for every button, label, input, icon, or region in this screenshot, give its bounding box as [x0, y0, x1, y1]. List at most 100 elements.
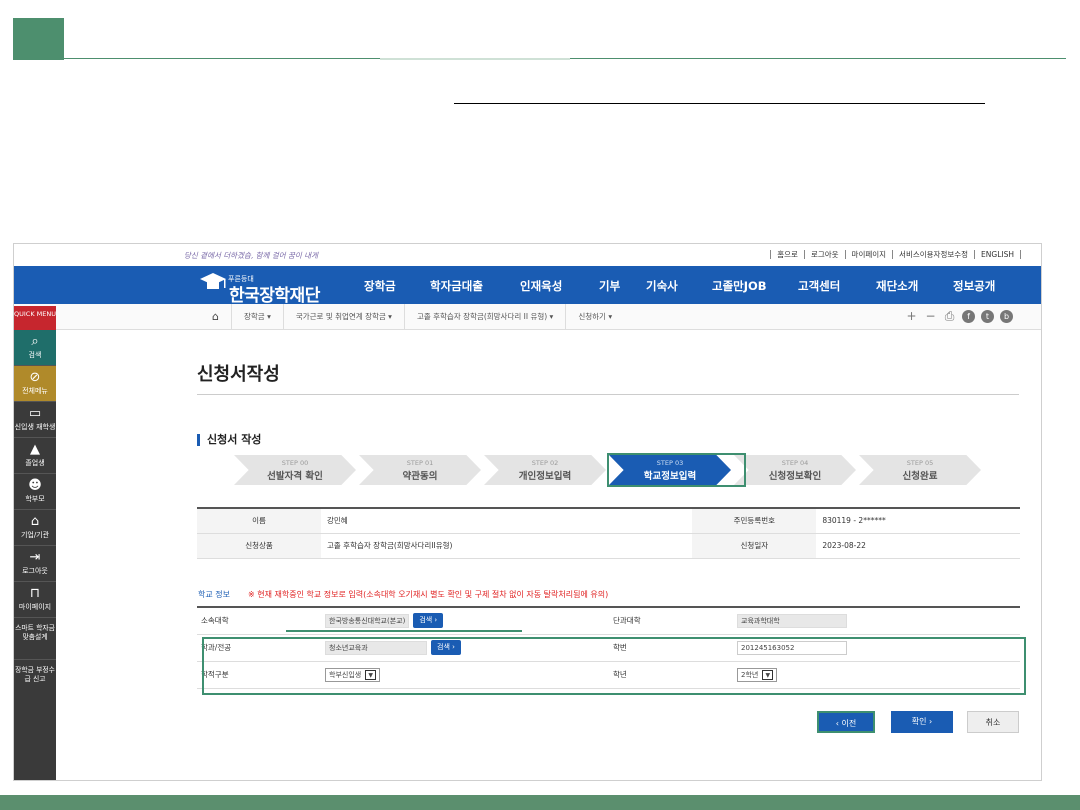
compass-icon: ⊘ [29, 370, 41, 385]
product-value: 고졸 후학습자 장학금(희망사다리II유형) [321, 532, 693, 559]
quick-all-menu[interactable]: ⊘ 전체메뉴 [14, 366, 56, 402]
screenshot-frame: 당신 곁에서 더하겠습, 함께 걸어 꿈이 내게 홈으로 로그아웃 마이페이지 … [13, 243, 1042, 781]
twitter-icon[interactable]: t [981, 310, 994, 323]
nav-disclosure[interactable]: 정보공개 [953, 278, 1013, 294]
search-label: 검색 [419, 616, 433, 625]
step-number: STEP 00 [281, 459, 309, 467]
breadcrumb-item[interactable]: 장학금 ▾ [230, 304, 283, 330]
quick-label: 기업/기관 [20, 531, 50, 539]
nav-scholarship[interactable]: 장학금 [364, 278, 430, 294]
quick-menu-title: QUICK MENU [14, 306, 56, 330]
step-item: STEP 00 선발자격 확인 [234, 455, 356, 485]
step-label: 선발자격 확인 [267, 471, 323, 482]
quick-students[interactable]: ▭ 신입생 재학생 [14, 402, 56, 438]
print-icon[interactable]: ⎙ [943, 310, 956, 323]
people-icon: ☻ [28, 478, 42, 493]
quick-graduates[interactable]: ▲ 졸업생 [14, 438, 56, 474]
quick-logout[interactable]: ⇥ 로그아웃 [14, 546, 56, 582]
quick-smart-plan[interactable]: 스마트 학자금 맞춤설계 [14, 618, 56, 660]
step-number: STEP 04 [781, 459, 809, 467]
book-icon: ▭ [28, 406, 42, 421]
prev-label: 이전 [841, 719, 857, 728]
step-number: STEP 05 [906, 459, 934, 467]
step-number: STEP 02 [531, 459, 559, 467]
quick-label: 마이페이지 [18, 603, 52, 611]
slide-underline [454, 103, 985, 104]
cancel-button[interactable]: 취소 [967, 711, 1019, 733]
nav-donation[interactable]: 기부 [599, 278, 646, 294]
school-info-notice: ※ 현재 재학중인 학교 정보로 입력(소속대학 오기재시 별도 확인 및 구제… [248, 590, 609, 599]
quick-search[interactable]: ⌕ 검색 [14, 330, 56, 366]
date-value: 2023-08-22 [816, 532, 1020, 559]
confirm-button[interactable]: 확인 › [891, 711, 953, 733]
college-field: 교육과학대학 [737, 613, 847, 628]
link-user-info[interactable]: 서비스이용자정보수정 [892, 250, 974, 259]
quick-label: 전체메뉴 [22, 387, 48, 395]
breadcrumb-item[interactable]: 신청하기 ▾ [565, 304, 624, 330]
input-highlight-box [202, 637, 1026, 695]
nav-job[interactable]: 고졸만JOB [712, 278, 798, 294]
breadcrumb-label: 고졸 후학습자 장학금(희망사다리 II 유형) [416, 312, 548, 321]
step-item: STEP 04 신청정보확인 [734, 455, 856, 485]
quick-label: 신입생 재학생 [14, 423, 56, 431]
graduation-cap-icon [200, 273, 226, 289]
building-icon: ⌂ [30, 514, 40, 529]
zoom-out-icon[interactable]: − [924, 310, 937, 323]
search-icon: ⌕ [31, 334, 39, 349]
univ-field: 한국방송통신대학교(본교) [325, 613, 410, 628]
slide-footer-bar [0, 795, 1080, 810]
quick-parents[interactable]: ☻ 학부모 [14, 474, 56, 510]
prev-button[interactable]: ‹ 이전 [817, 711, 875, 733]
school-info-label: 학교 정보 [198, 590, 230, 599]
quick-label: 졸업생 [25, 459, 45, 467]
page-tools: + − ⎙ f t b [905, 310, 1013, 323]
gnb-menu: 장학금 학자금대출 인재육성 기부 기숙사 고졸만JOB 고객센터 재단소개 정… [364, 278, 1013, 294]
step-label: 신청정보확인 [768, 471, 822, 482]
name-label: 이름 [197, 507, 321, 534]
quick-institutions[interactable]: ⌂ 기업/기관 [14, 510, 56, 546]
slogan: 당신 곁에서 더하겠습, 함께 걸어 꿈이 내게 [184, 251, 318, 260]
facebook-icon[interactable]: f [962, 310, 975, 323]
name-value: 강민혜 [321, 507, 693, 534]
univ-search-button[interactable]: 검색 › [413, 613, 444, 629]
nav-dormitory[interactable]: 기숙사 [646, 278, 712, 294]
slide-header-accent [380, 58, 570, 60]
lock-icon: ⊓ [29, 586, 41, 601]
logo[interactable] [198, 271, 228, 293]
step-label: 신청완료 [902, 471, 938, 482]
link-english[interactable]: ENGLISH [974, 250, 1021, 259]
quick-label: 검색 [28, 351, 42, 359]
home-icon[interactable]: ⌂ [200, 304, 231, 330]
quick-menu: QUICK MENU ⌕ 검색 ⊘ 전체메뉴 ▭ 신입생 재학생 ▲ 졸업생 ☻ 학부모 … [14, 306, 56, 780]
breadcrumb: ⌂ 장학금 ▾ 국가근로 및 취업연계 장학금 ▾ 고졸 후학습자 장학금(희망… [14, 304, 1041, 330]
quick-report[interactable]: 장학금 부정수급 신고 [14, 660, 56, 702]
link-mypage[interactable]: 마이페이지 [844, 250, 893, 259]
link-logout[interactable]: 로그아웃 [803, 250, 845, 259]
applicant-info-table: 이름 강민혜 주민등록번호 830119 - 2****** 신청상품 고졸 후… [197, 507, 1020, 559]
step-highlight-box [607, 453, 746, 487]
logo-title: 한국장학재단 [229, 286, 320, 306]
breadcrumb-label: 신청하기 [578, 312, 606, 321]
zoom-in-icon[interactable]: + [905, 310, 918, 323]
product-label: 신청상품 [197, 532, 321, 559]
blog-icon[interactable]: b [1000, 310, 1013, 323]
logout-icon: ⇥ [29, 550, 41, 565]
step-item: STEP 01 약관동의 [359, 455, 481, 485]
breadcrumb-item[interactable]: 국가근로 및 취업연계 장학금 ▾ [282, 304, 404, 330]
rrn-label: 주민등록번호 [692, 507, 817, 534]
table-row: 이름 강민혜 주민등록번호 830119 - 2****** [197, 507, 1020, 534]
breadcrumb-item[interactable]: 고졸 후학습자 장학금(희망사다리 II 유형) ▾ [403, 304, 565, 330]
nav-loan[interactable]: 학자금대출 [430, 278, 520, 294]
page-title: 신청서작성 [197, 364, 280, 385]
breadcrumb-label: 장학금 [243, 312, 265, 321]
link-home[interactable]: 홈으로 [770, 250, 804, 259]
step-item: STEP 05 신청완료 [859, 455, 981, 485]
graduation-cap-icon: ▲ [30, 442, 40, 457]
univ-highlight-underline [286, 630, 522, 632]
nav-about[interactable]: 재단소개 [876, 278, 953, 294]
college-cell: 교육과학대학 [733, 606, 1020, 635]
quick-label: 로그아웃 [22, 567, 48, 575]
nav-talent[interactable]: 인재육성 [520, 278, 599, 294]
nav-customer[interactable]: 고객센터 [798, 278, 876, 294]
quick-mypage[interactable]: ⊓ 마이페이지 [14, 582, 56, 618]
